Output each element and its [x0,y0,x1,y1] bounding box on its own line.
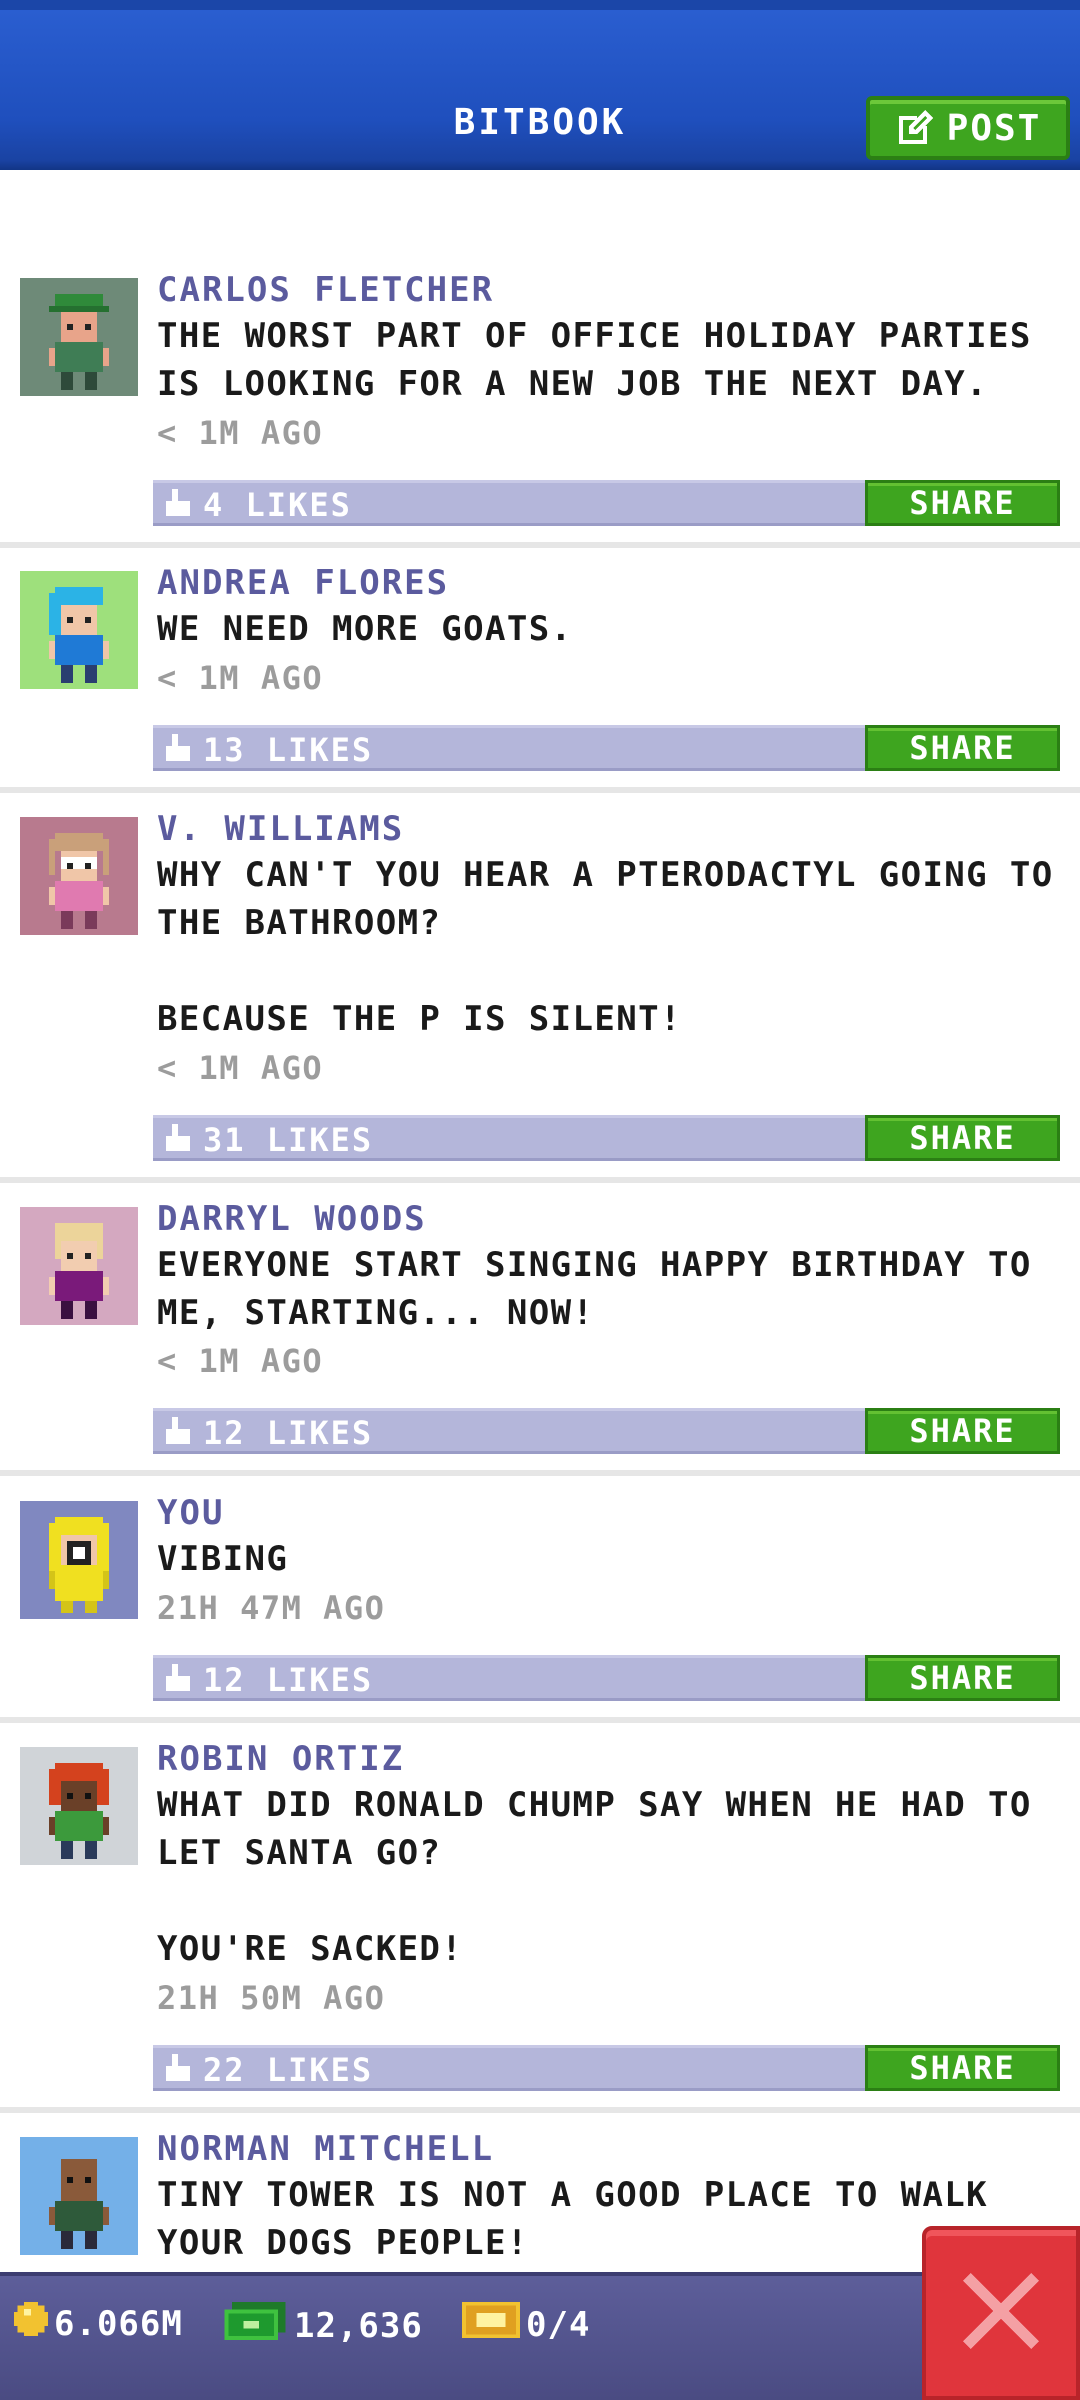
feed-post: DARRYL WOODS EVERYONE START SINGING HAPP… [0,1176,1080,1476]
thumbs-up-icon [163,1124,193,1158]
feed-list[interactable]: CARLOS FLETCHER THE WORST PART OF OFFICE… [0,170,1080,2272]
post-text: THE WORST PART OF OFFICE HOLIDAY PARTIES… [157,316,1032,404]
share-button[interactable]: SHARE [865,2045,1060,2091]
feed-post: YOU VIBING 21H 47M AGO 12 LIKES SHARE [0,1470,1080,1723]
ticket-icon [462,2302,520,2347]
post-text: WHAT DID RONALD CHUMP SAY WHEN HE HAD TO… [157,1785,1032,1969]
feed-post: CARLOS FLETCHER THE WORST PART OF OFFICE… [0,170,1080,548]
avatar[interactable] [20,278,138,396]
author-name[interactable]: CARLOS FLETCHER [157,270,494,310]
post-text: EVERYONE START SINGING HAPPY BIRTHDAY TO… [157,1245,1032,1333]
feed-post: V. WILLIAMS WHY CAN'T YOU HEAR A PTERODA… [0,786,1080,1183]
likes-count: 4 LIKES [203,486,352,524]
coins-stat: 6.066M [14,2302,183,2345]
thumbs-up-icon [163,489,193,523]
likes-count: 12 LIKES [203,1414,374,1452]
post-time: < 1M AGO [157,414,324,452]
likes-count: 12 LIKES [203,1661,374,1699]
likes-count: 31 LIKES [203,1121,374,1159]
author-name[interactable]: V. WILLIAMS [157,809,404,849]
likes-count: 13 LIKES [203,731,374,769]
close-icon [963,2273,1039,2353]
bux-icon [222,2302,288,2349]
thumbs-up-icon [163,1417,193,1451]
post-button-label: POST [946,107,1042,149]
post-time: < 1M AGO [157,659,324,697]
author-name[interactable]: ANDREA FLORES [157,563,449,603]
avatar[interactable] [20,1501,138,1619]
share-button[interactable]: SHARE [865,480,1060,526]
share-button[interactable]: SHARE [865,1408,1060,1454]
avatar[interactable] [20,1747,138,1865]
avatar[interactable] [20,2137,138,2255]
thumbs-up-icon [163,1664,193,1698]
likes-count: 22 LIKES [203,2051,374,2089]
post-time: 21H 50M AGO [157,1979,386,2017]
coin-icon [14,2302,48,2345]
coins-value: 6.066M [54,2303,183,2344]
post-text: VIBING [157,1539,289,1579]
tickets-stat: 0/4 [462,2302,590,2347]
avatar[interactable] [20,571,138,689]
close-button[interactable] [922,2226,1080,2400]
author-name[interactable]: DARRYL WOODS [157,1199,427,1239]
author-name[interactable]: NORMAN MITCHELL [157,2129,494,2169]
feed-post: ANDREA FLORES WE NEED MORE GOATS. < 1M A… [0,540,1080,793]
feed-post: NORMAN MITCHELL TINY TOWER IS NOT A GOOD… [0,2106,1080,2272]
post-text: WHY CAN'T YOU HEAR A PTERODACTYL GOING T… [157,855,1054,1039]
post-time: < 1M AGO [157,1049,324,1087]
author-name[interactable]: ROBIN ORTIZ [157,1739,404,1779]
avatar[interactable] [20,817,138,935]
post-time: < 1M AGO [157,1342,324,1380]
status-bar: 6.066M 12,636 0/4 [0,2272,1080,2400]
post-button[interactable]: POST [866,96,1070,160]
avatar[interactable] [20,1207,138,1325]
post-time: 21H 47M AGO [157,1589,386,1627]
share-button[interactable]: SHARE [865,725,1060,771]
bux-stat: 12,636 [222,2302,423,2349]
feed-post: ROBIN ORTIZ WHAT DID RONALD CHUMP SAY WH… [0,1716,1080,2113]
thumbs-up-icon [163,2054,193,2088]
thumbs-up-icon [163,734,193,768]
app-header: BITBOOK POST [0,0,1080,170]
post-text: WE NEED MORE GOATS. [157,609,573,649]
edit-icon [895,108,935,148]
share-button[interactable]: SHARE [865,1655,1060,1701]
tickets-value: 0/4 [526,2304,591,2345]
share-button[interactable]: SHARE [865,1115,1060,1161]
author-name[interactable]: YOU [157,1493,224,1533]
bux-value: 12,636 [294,2305,423,2346]
